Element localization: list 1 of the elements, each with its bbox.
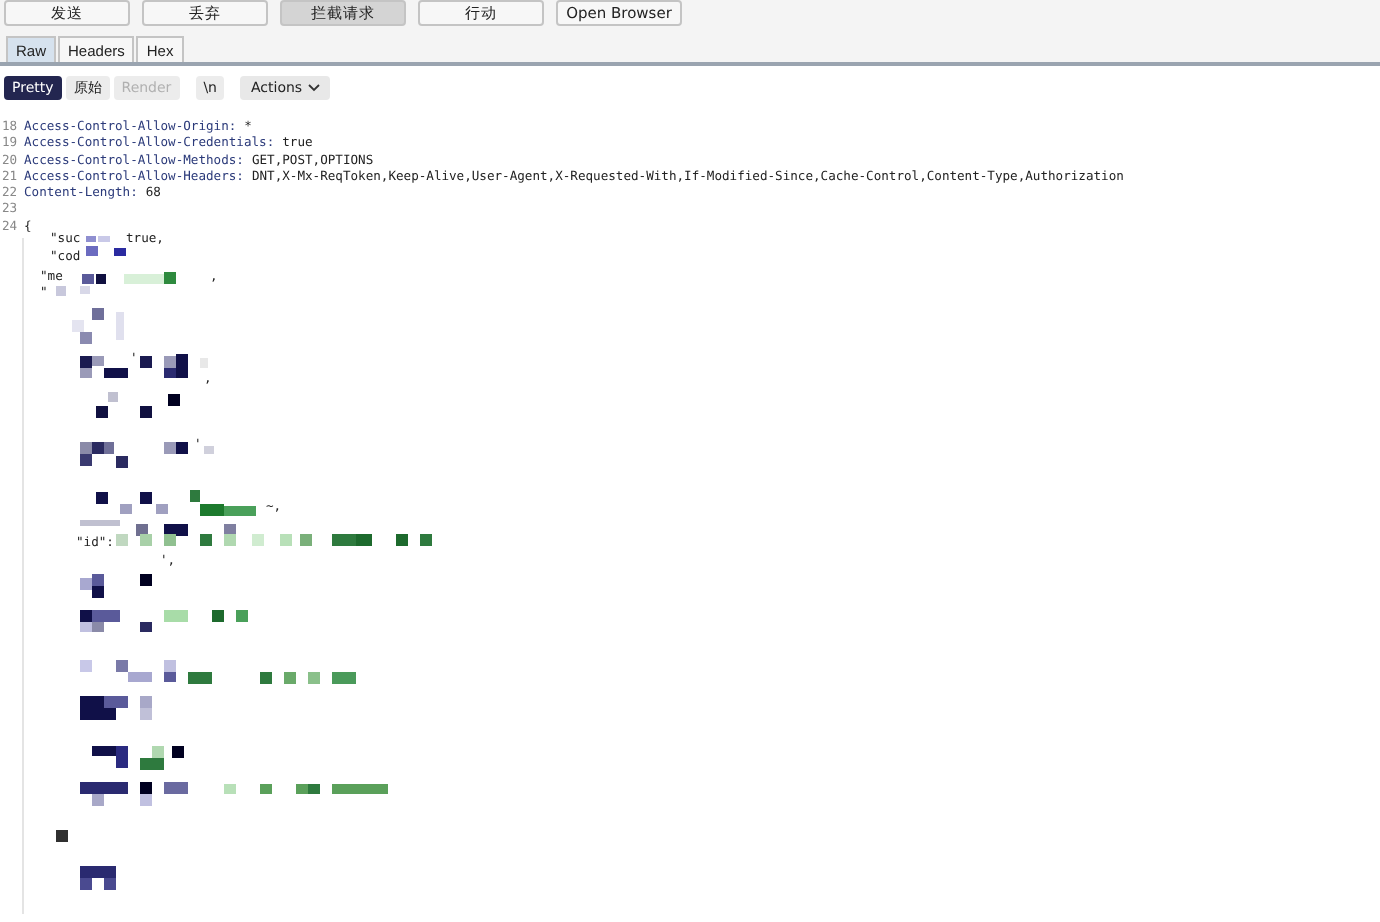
chevron-down-icon (308, 84, 321, 92)
